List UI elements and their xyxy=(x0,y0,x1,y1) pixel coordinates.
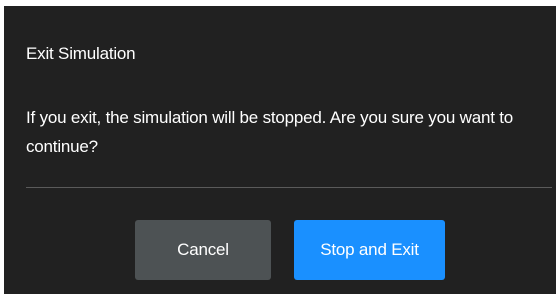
dialog-divider xyxy=(26,187,552,188)
exit-simulation-dialog: Exit Simulation If you exit, the simulat… xyxy=(4,6,556,294)
dialog-title: Exit Simulation xyxy=(26,44,136,63)
cancel-button[interactable]: Cancel xyxy=(135,220,271,280)
stop-and-exit-button[interactable]: Stop and Exit xyxy=(294,220,445,280)
dialog-message: If you exit, the simulation will be stop… xyxy=(26,108,514,156)
